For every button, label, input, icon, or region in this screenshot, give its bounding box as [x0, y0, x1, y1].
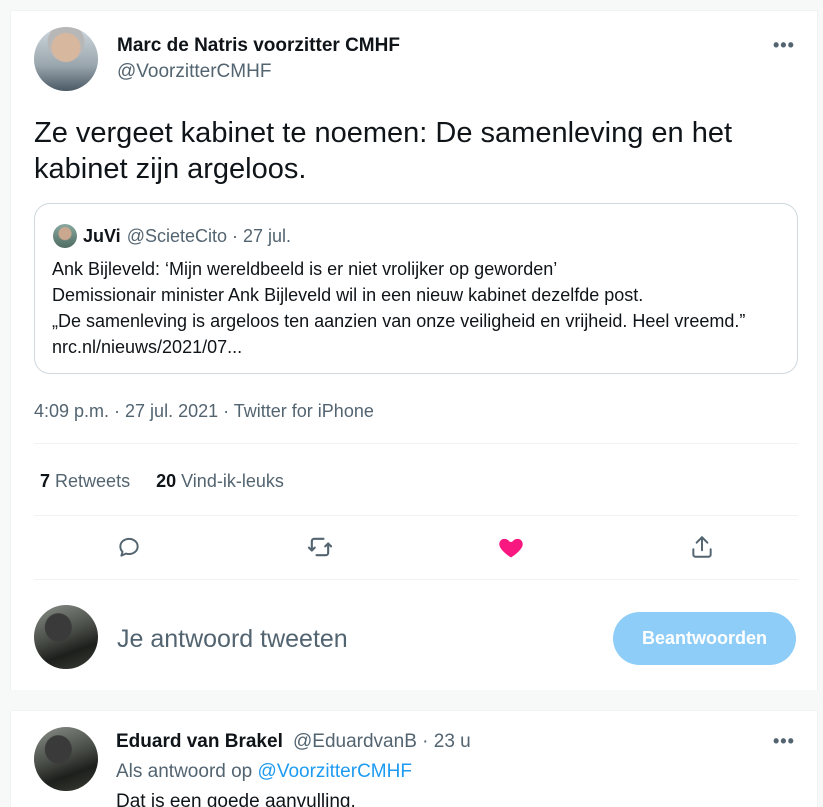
reply-prefix: Als antwoord op	[116, 761, 253, 782]
divider	[34, 443, 798, 444]
retweets-count: 7	[40, 471, 51, 491]
quoted-line-1: Ank Bijleveld: ‘Mijn wereldbeeld is er n…	[52, 259, 558, 279]
reply-button[interactable]	[113, 531, 145, 563]
tweet-timestamp[interactable]: 4:09 p.m. · 27 jul. 2021 · Twitter for i…	[34, 401, 374, 422]
author-handle[interactable]: @VoorzitterCMHF	[117, 61, 271, 83]
quoted-author-name: JuVi	[83, 225, 121, 246]
author-avatar[interactable]	[34, 27, 98, 91]
likes-label: Vind-ik-leuks	[181, 471, 284, 491]
quoted-author-meta: @ScieteCito · 27 jul.	[126, 225, 292, 246]
quoted-author-avatar	[53, 224, 77, 248]
reply-author-meta[interactable]: @EduardvanB · 23 u	[293, 731, 471, 753]
author-name[interactable]: Marc de Natris voorzitter CMHF	[117, 35, 400, 57]
main-tweet: Marc de Natris voorzitter CMHF @Voorzitt…	[10, 10, 818, 690]
likes-count: 20	[156, 471, 177, 491]
tweet-stats: 7 Retweets 20 Vind-ik-leuks	[40, 471, 284, 492]
more-icon[interactable]: •••	[773, 35, 795, 56]
quoted-tweet-text: Ank Bijleveld: ‘Mijn wereldbeeld is er n…	[52, 256, 782, 360]
share-button[interactable]	[686, 531, 718, 563]
tweet-text: Ze vergeet kabinet te noemen: De samenle…	[34, 117, 733, 185]
retweets-stat[interactable]: 7 Retweets	[40, 471, 130, 492]
quoted-line-3: „De samenleving is argeloos ten aanzien …	[52, 311, 746, 357]
quoted-line-2: Demissionair minister Ank Bijleveld wil …	[52, 285, 644, 305]
retweet-icon	[307, 537, 333, 557]
divider	[34, 579, 798, 580]
reply-mention-link[interactable]: @VoorzitterCMHF	[258, 761, 412, 782]
reply-icon	[119, 537, 139, 557]
reply-tweet-text: Dat is een goede aanvulling.	[116, 791, 356, 807]
like-button[interactable]	[495, 531, 527, 563]
quoted-tweet[interactable]: JuVi @ScieteCito · 27 jul. Ank Bijleveld…	[34, 203, 798, 374]
heart-icon	[499, 538, 523, 558]
retweet-button[interactable]	[304, 531, 336, 563]
reply-context: Als antwoord op @VoorzitterCMHF	[116, 761, 412, 783]
divider	[34, 515, 798, 516]
reply-author-name[interactable]: Eduard van Brakel	[116, 731, 283, 753]
reply-submit-button[interactable]: Beantwoorden	[613, 612, 796, 665]
reply-input[interactable]: Je antwoord tweeten	[117, 625, 348, 654]
retweets-label: Retweets	[55, 471, 131, 491]
own-avatar[interactable]	[34, 605, 98, 669]
more-icon[interactable]: •••	[773, 731, 795, 752]
share-icon	[692, 536, 712, 558]
reply-author-avatar[interactable]	[34, 727, 98, 791]
likes-stat[interactable]: 20 Vind-ik-leuks	[156, 471, 284, 492]
reply-tweet[interactable]: Eduard van Brakel @EduardvanB · 23 u •••…	[10, 710, 818, 807]
